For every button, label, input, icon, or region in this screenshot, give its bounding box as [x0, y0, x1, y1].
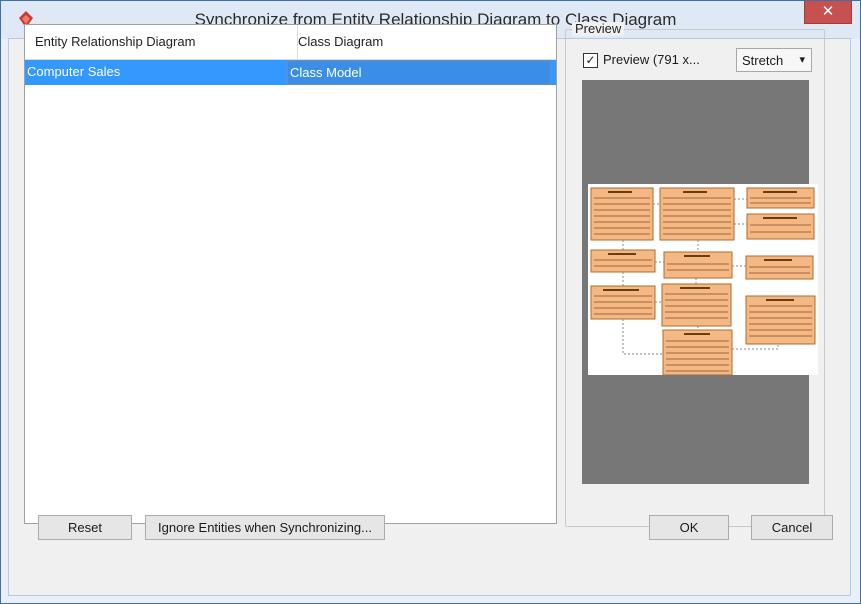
preview-canvas — [582, 80, 818, 484]
cell-class-diagram[interactable]: Class Model — [287, 60, 551, 85]
ok-button[interactable]: OK — [649, 515, 729, 540]
column-header-class-diagram[interactable]: Class Diagram — [288, 25, 556, 59]
preview-group-label: Preview — [572, 22, 625, 36]
diagram-thumbnail — [588, 184, 818, 376]
preview-checkbox-label[interactable]: Preview (791 x... — [603, 52, 700, 67]
close-button[interactable]: ✕ — [804, 1, 852, 24]
cell-erd[interactable]: Computer Sales — [25, 60, 289, 85]
preview-mode-select[interactable]: Stretch ▾ — [736, 48, 812, 72]
chevron-down-icon: ▾ — [799, 54, 805, 66]
column-header-erd[interactable]: Entity Relationship Diagram — [25, 25, 298, 59]
reset-button[interactable]: Reset — [38, 515, 132, 540]
ignore-entities-button[interactable]: Ignore Entities when Synchronizing... — [145, 515, 385, 540]
table-header: Entity Relationship Diagram Class Diagra… — [25, 25, 556, 60]
preview-mode-value: Stretch — [742, 53, 784, 68]
erd-thumbnail-image — [590, 187, 816, 376]
preview-checkbox[interactable]: ✓ — [583, 53, 598, 68]
cancel-button[interactable]: Cancel — [751, 515, 833, 540]
table-row[interactable]: Computer Sales Class Model — [25, 60, 556, 85]
mapping-table: Entity Relationship Diagram Class Diagra… — [24, 24, 557, 524]
